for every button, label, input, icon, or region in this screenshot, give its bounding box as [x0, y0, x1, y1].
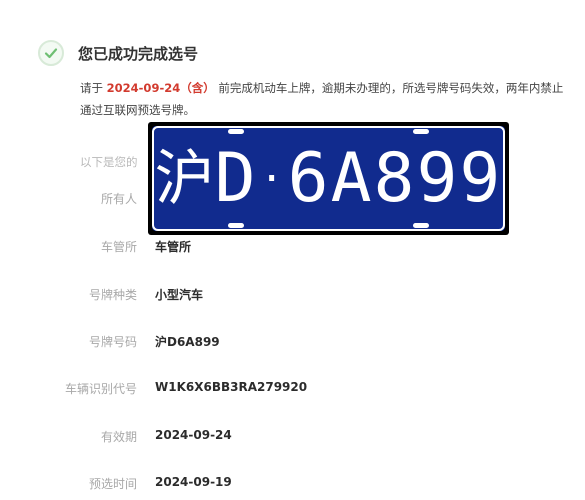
field-plate-number-value: 沪D6A899 — [155, 335, 220, 349]
field-vin-label: 车辆识别代号 — [64, 382, 137, 396]
plate-characters: 沪 D · 6A899 — [152, 130, 505, 227]
info-section-header: 以下是您的 — [80, 155, 138, 169]
field-plate-type-label: 号牌种类 — [88, 288, 137, 302]
success-title: 您已成功完成选号 — [78, 44, 199, 63]
field-office-label: 车管所 — [100, 240, 137, 254]
field-selection-time: 预选时间 2024-09-19 — [0, 475, 585, 495]
plate-province: 沪 — [154, 143, 215, 214]
success-banner: 您已成功完成选号 — [38, 38, 198, 68]
field-office-value: 车管所 — [155, 240, 192, 254]
field-plate-number: 号牌号码 沪D6A899 — [0, 333, 585, 353]
plate-letter: D — [214, 138, 258, 218]
field-office: 车管所 车管所 — [0, 238, 585, 258]
notice-prefix: 请于 — [80, 81, 103, 95]
field-valid-until-label: 有效期 — [100, 430, 137, 444]
field-vin-value: W1K6X6BB3RA279920 — [155, 380, 308, 394]
notice-deadline: 2024-09-24（含） — [106, 81, 215, 95]
field-plate-number-label: 号牌号码 — [88, 335, 137, 349]
deadline-notice: 请于 2024-09-24（含） 前完成机动车上牌，逾期未办理的，所选号牌号码失… — [80, 77, 568, 121]
field-vin: 车辆识别代号 W1K6X6BB3RA279920 — [0, 380, 585, 400]
field-valid-until-value: 2024-09-24 — [155, 428, 232, 442]
plate-separator-dot: · — [259, 155, 286, 202]
plate-number: 6A899 — [287, 138, 503, 218]
field-selection-time-value: 2024-09-19 — [155, 475, 232, 489]
license-plate-image: 沪 D · 6A899 — [148, 122, 509, 235]
field-owner-label: 所有人 — [100, 192, 137, 206]
field-valid-until: 有效期 2024-09-24 — [0, 428, 585, 448]
field-plate-type: 号牌种类 小型汽车 — [0, 286, 585, 306]
field-plate-type-value: 小型汽车 — [155, 288, 204, 302]
field-selection-time-label: 预选时间 — [88, 477, 137, 491]
success-check-icon — [38, 40, 64, 66]
